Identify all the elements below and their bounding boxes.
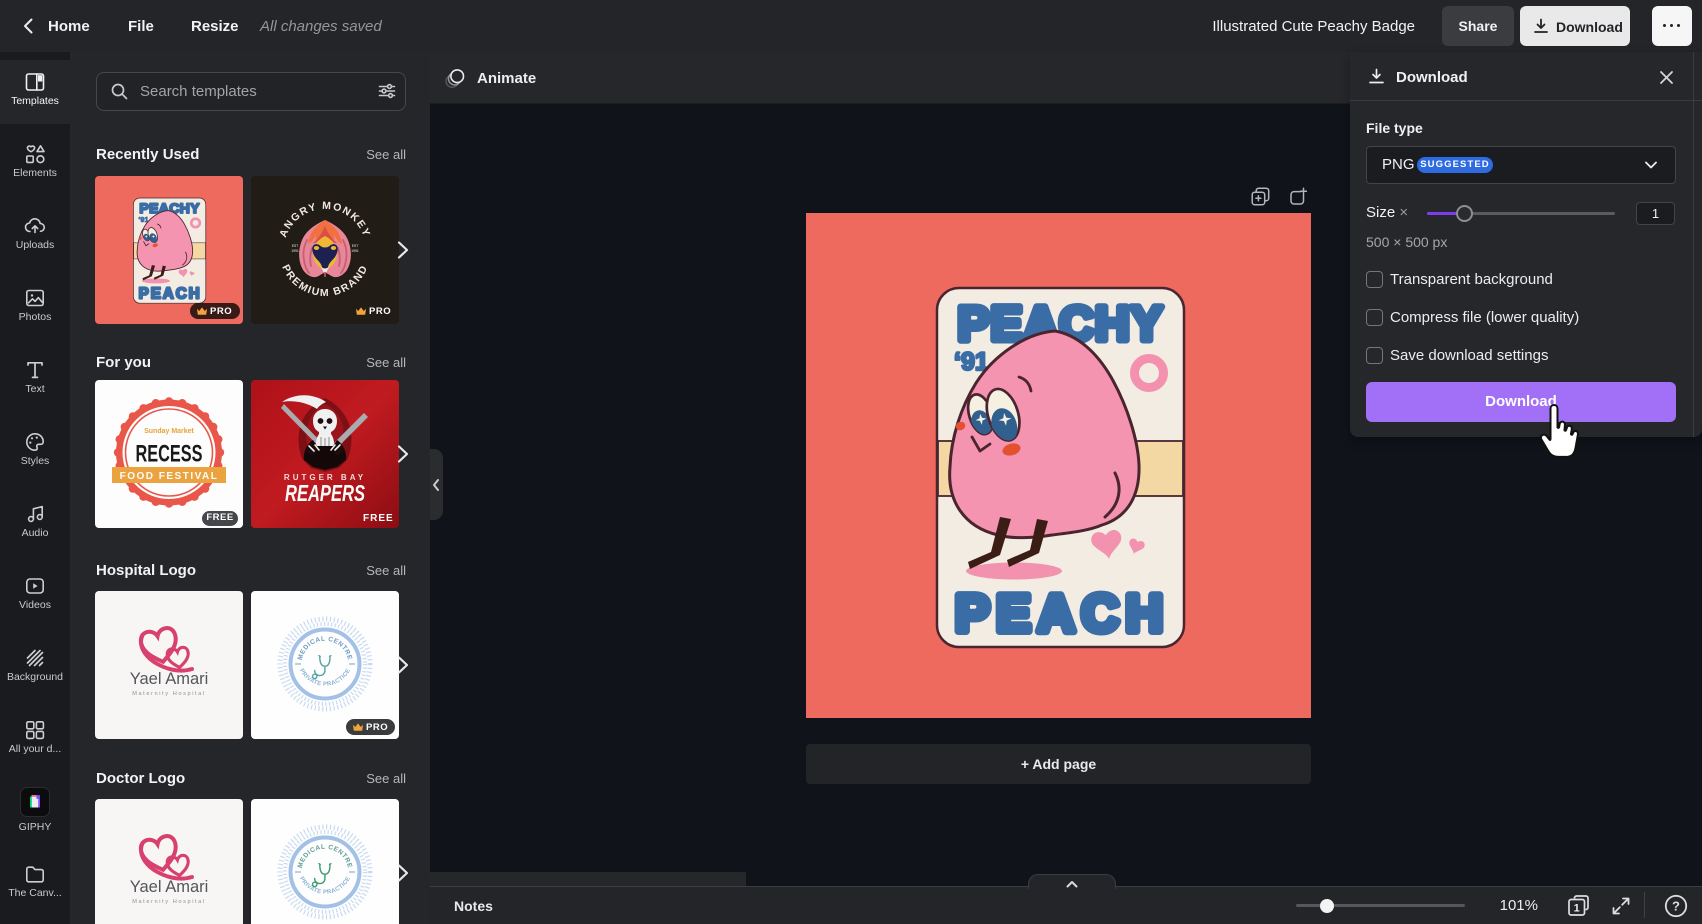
svg-text:?: ? (1672, 899, 1680, 914)
svg-text:1: 1 (1574, 903, 1580, 915)
